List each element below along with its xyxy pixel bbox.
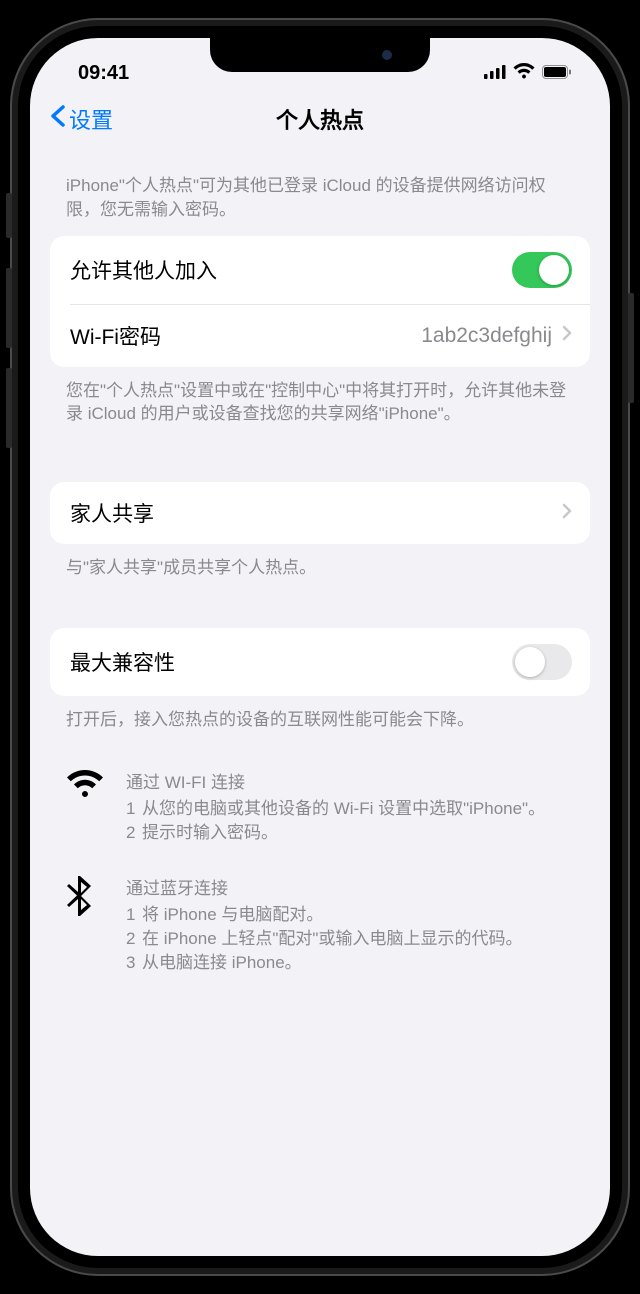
- wifi-step-1: 从您的电脑或其他设备的 Wi-Fi 设置中选取"iPhone"。: [142, 797, 545, 821]
- back-button[interactable]: 设置: [50, 103, 113, 135]
- wifi-password-row[interactable]: Wi-Fi密码 1ab2c3defghij: [70, 304, 590, 367]
- family-sharing-card: 家人共享: [50, 482, 590, 544]
- bt-step-3: 从电脑连接 iPhone。: [142, 951, 302, 975]
- bt-instr-title: 通过蓝牙连接: [126, 874, 574, 899]
- wifi-instructions: 通过 WI-FI 连接 1从您的电脑或其他设备的 Wi-Fi 设置中选取"iPh…: [66, 768, 574, 845]
- wifi-instr-step: 1从您的电脑或其他设备的 Wi-Fi 设置中选取"iPhone"。: [126, 797, 574, 821]
- family-sharing-label: 家人共享: [70, 498, 154, 528]
- power-button: [628, 293, 634, 403]
- max-compat-footer: 打开后，接入您热点的设备的互联网性能可能会下降。: [50, 696, 590, 740]
- nav-bar: 设置 个人热点: [30, 90, 610, 146]
- notch: [210, 38, 430, 72]
- camera-dot: [382, 50, 392, 60]
- hotspot-settings-card: 允许其他人加入 Wi-Fi密码 1ab2c3defghij: [50, 236, 590, 367]
- bt-step-2: 在 iPhone 上轻点"配对"或输入电脑上显示的代码。: [142, 927, 522, 951]
- allow-others-row[interactable]: 允许其他人加入: [50, 236, 590, 304]
- bluetooth-icon: [66, 874, 106, 974]
- cellular-icon: [484, 62, 506, 85]
- page-title: 个人热点: [276, 103, 364, 135]
- bt-step-1: 将 iPhone 与电脑配对。: [142, 903, 323, 927]
- wifi-instr-title: 通过 WI-FI 连接: [126, 768, 574, 793]
- bluetooth-instructions: 通过蓝牙连接 1将 iPhone 与电脑配对。 2在 iPhone 上轻点"配对…: [66, 874, 574, 974]
- wifi-password-value: 1ab2c3defghij: [421, 324, 552, 348]
- switch-knob: [515, 647, 545, 677]
- max-compat-label: 最大兼容性: [70, 647, 175, 677]
- family-sharing-row[interactable]: 家人共享: [50, 482, 590, 544]
- wifi-icon: [513, 62, 535, 85]
- bt-instr-step: 1将 iPhone 与电脑配对。: [126, 903, 574, 927]
- back-label: 设置: [69, 103, 113, 135]
- instructions-section: 通过 WI-FI 连接 1从您的电脑或其他设备的 Wi-Fi 设置中选取"iPh…: [50, 740, 590, 975]
- volume-down-button: [6, 368, 12, 448]
- bt-instr-step: 2在 iPhone 上轻点"配对"或输入电脑上显示的代码。: [126, 927, 574, 951]
- max-compat-switch[interactable]: [512, 644, 572, 680]
- wifi-instr-step: 2提示时输入密码。: [126, 821, 574, 845]
- family-sharing-footer: 与"家人共享"成员共享个人热点。: [50, 544, 590, 588]
- max-compat-card: 最大兼容性: [50, 628, 590, 696]
- chevron-left-icon: [50, 105, 65, 133]
- wifi-icon: [66, 768, 106, 845]
- bt-instr-step: 3从电脑连接 iPhone。: [126, 951, 574, 975]
- wifi-password-label: Wi-Fi密码: [70, 321, 161, 351]
- mute-switch: [6, 193, 12, 238]
- allow-others-label: 允许其他人加入: [70, 255, 217, 285]
- phone-frame: 09:41 设置 个人热点: [10, 18, 630, 1276]
- chevron-right-icon: [562, 503, 572, 524]
- intro-text: iPhone"个人热点"可为其他已登录 iCloud 的设备提供网络访问权限，您…: [50, 146, 590, 236]
- status-time: 09:41: [78, 62, 129, 85]
- screen: 09:41 设置 个人热点: [30, 38, 610, 1256]
- max-compat-row[interactable]: 最大兼容性: [50, 628, 590, 696]
- battery-icon: [542, 62, 572, 85]
- allow-others-footer: 您在"个人热点"设置中或在"控制中心"中将其打开时，允许其他未登录 iCloud…: [50, 367, 590, 435]
- switch-knob: [539, 255, 569, 285]
- chevron-right-icon: [562, 325, 572, 346]
- volume-up-button: [6, 268, 12, 348]
- allow-others-switch[interactable]: [512, 252, 572, 288]
- wifi-step-2: 提示时输入密码。: [142, 821, 278, 845]
